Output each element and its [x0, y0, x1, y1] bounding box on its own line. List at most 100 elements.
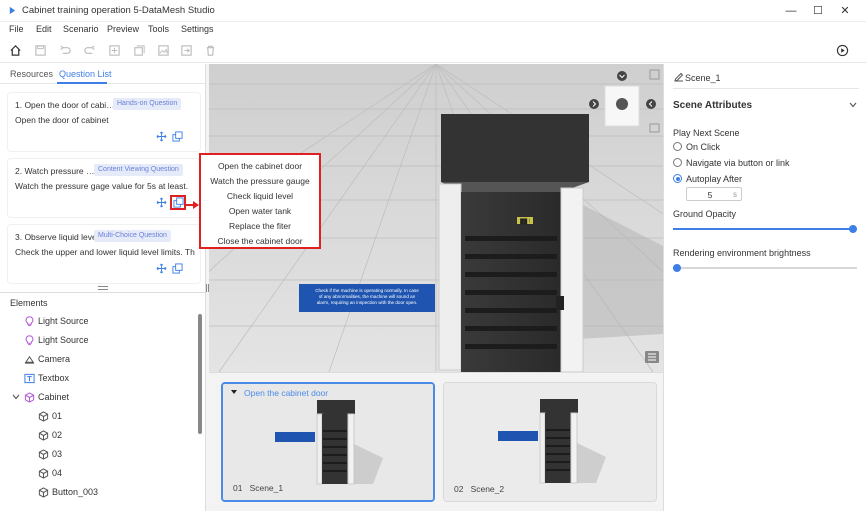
radio-autoplay[interactable]	[673, 174, 682, 183]
cube-icon	[38, 468, 49, 479]
menu-settings[interactable]: Settings	[181, 24, 214, 34]
option-autoplay-label: Autoplay After	[686, 174, 743, 184]
radio-navigate[interactable]	[673, 158, 682, 167]
cube-icon	[38, 411, 49, 422]
panel-tabs: Resources Question List	[0, 64, 206, 84]
image-icon[interactable]	[157, 44, 170, 57]
move-icon[interactable]	[156, 197, 167, 208]
window-title: Cabinet training operation 5-DataMesh St…	[22, 5, 215, 16]
question-title: 3. Observe liquid level	[15, 232, 99, 242]
option-navigate-label: Navigate via button or link	[686, 158, 790, 168]
minimize-button[interactable]: —	[784, 4, 798, 18]
camera-icon	[24, 355, 35, 364]
tab-resources[interactable]: Resources	[10, 69, 53, 79]
scene-card-1[interactable]: Open the cabinet door 01 Scene_1	[221, 382, 435, 502]
menu-scenario[interactable]: Scenario	[63, 24, 99, 34]
question-card-3[interactable]: 3. Observe liquid level Multi-Choice Que…	[8, 225, 200, 283]
section-title: Scene Attributes	[673, 100, 753, 111]
autoplay-seconds-input[interactable]: 5 s	[686, 187, 742, 201]
home-icon[interactable]	[9, 44, 22, 57]
menu-preview[interactable]: Preview	[107, 24, 139, 34]
brightness-knob[interactable]	[673, 264, 681, 272]
divider	[673, 88, 859, 89]
scene-card-2[interactable]: 02 Scene_2	[443, 382, 657, 502]
popup-item-replace-filter[interactable]: Replace the fiter	[201, 221, 319, 231]
ground-opacity-knob[interactable]	[849, 225, 857, 233]
left-panel: Resources Question List 1. Open the door…	[0, 64, 206, 511]
toolbar	[0, 38, 866, 63]
active-tab-indicator	[57, 82, 107, 84]
move-icon[interactable]	[156, 131, 167, 142]
undo-icon[interactable]	[59, 44, 72, 57]
textbox-icon	[24, 373, 35, 384]
info-panel-text: Check if the machine is operating normal…	[315, 288, 419, 305]
save-icon[interactable]	[34, 44, 47, 57]
add-scene-icon[interactable]	[108, 44, 121, 57]
cabinet-door[interactable]	[560, 187, 584, 372]
app-logo-icon	[9, 6, 16, 15]
maximize-button[interactable]: ☐	[811, 4, 825, 18]
gizmo-up-button[interactable]	[617, 71, 627, 81]
elements-header: Elements	[0, 292, 206, 308]
tab-question-list[interactable]: Question List	[59, 69, 112, 79]
move-icon[interactable]	[156, 263, 167, 274]
question-title: 2. Watch pressure …	[15, 166, 95, 176]
edit-icon[interactable]	[674, 72, 684, 82]
redo-icon[interactable]	[83, 44, 96, 57]
scene-label: 02 Scene_2	[454, 484, 505, 494]
link-scene-icon[interactable]	[172, 131, 183, 142]
chevron-down-icon[interactable]	[12, 394, 20, 400]
question-type-badge: Multi-Choice Question	[94, 230, 171, 242]
scene-link-popup: Open the cabinet door Watch the pressure…	[199, 153, 321, 249]
cube-icon	[24, 392, 35, 403]
question-description: Watch the pressure gage value for 5s at …	[15, 181, 189, 191]
ground-opacity-slider[interactable]	[673, 225, 857, 233]
export-icon[interactable]	[180, 44, 193, 57]
bulb-icon	[25, 335, 34, 346]
avatar-head-icon	[616, 98, 628, 110]
question-card-1[interactable]: 1. Open the door of cabi… Hands-on Quest…	[8, 93, 200, 151]
play-icon[interactable]	[836, 44, 849, 57]
scene-name-field[interactable]: Scene_1	[685, 73, 721, 83]
link-scene-icon[interactable]	[172, 263, 183, 274]
seconds-unit: s	[733, 190, 737, 199]
gizmo-left-button[interactable]	[589, 99, 599, 109]
question-card-2[interactable]: 2. Watch pressure … Content Viewing Ques…	[8, 159, 200, 217]
popup-item-open-water-tank[interactable]: Open water tank	[201, 206, 319, 216]
brightness-label: Rendering environment brightness	[673, 248, 811, 258]
door-handle[interactable]	[556, 296, 564, 310]
cabinet-top	[441, 114, 589, 182]
question-title: 1. Open the door of cabi…	[15, 100, 115, 110]
scene-question-title: Open the cabinet door	[244, 388, 329, 398]
cube-icon	[38, 430, 49, 441]
menu-file[interactable]: File	[9, 24, 24, 34]
radio-on-click[interactable]	[673, 142, 682, 151]
delete-icon[interactable]	[204, 44, 217, 57]
chevron-down-icon[interactable]	[849, 102, 857, 108]
brightness-slider[interactable]	[673, 264, 857, 272]
popup-item-close-cabinet-door[interactable]: Close the cabinet door	[201, 236, 319, 246]
copy-scene-icon[interactable]	[133, 44, 146, 57]
properties-panel: Scene_1 Scene Attributes Play Next Scene…	[663, 64, 866, 511]
question-type-badge: Hands-on Question	[113, 98, 182, 110]
question-description: Open the door of cabinet	[15, 115, 109, 125]
elements-scrollbar[interactable]	[198, 314, 202, 434]
menu-edit[interactable]: Edit	[36, 24, 52, 34]
play-next-label: Play Next Scene	[673, 128, 740, 138]
highlighted-link-scene-button[interactable]	[170, 195, 186, 210]
close-window-button[interactable]: ✕	[838, 4, 852, 18]
question-type-badge: Content Viewing Question	[94, 164, 183, 176]
menu-bar: File Edit Scenario Preview Tools Setting…	[0, 22, 866, 38]
callout-arrow-icon	[193, 201, 199, 209]
popup-item-check-liquid-level[interactable]: Check liquid level	[201, 191, 319, 201]
popup-item-open-cabinet-door[interactable]: Open the cabinet door	[201, 161, 319, 171]
menu-tools[interactable]: Tools	[148, 24, 169, 34]
scene-strip: Open the cabinet door 01 Scene_1 02 Scen…	[209, 372, 663, 511]
cabinet-side-left	[438, 183, 462, 371]
panel-splitter-handle[interactable]	[98, 286, 108, 290]
bulb-icon	[25, 316, 34, 327]
gizmo-right-button[interactable]	[646, 99, 656, 109]
popup-item-watch-pressure-gauge[interactable]: Watch the pressure gauge	[201, 176, 319, 186]
title-bar: Cabinet training operation 5-DataMesh St…	[0, 0, 866, 22]
cube-icon	[38, 487, 49, 498]
